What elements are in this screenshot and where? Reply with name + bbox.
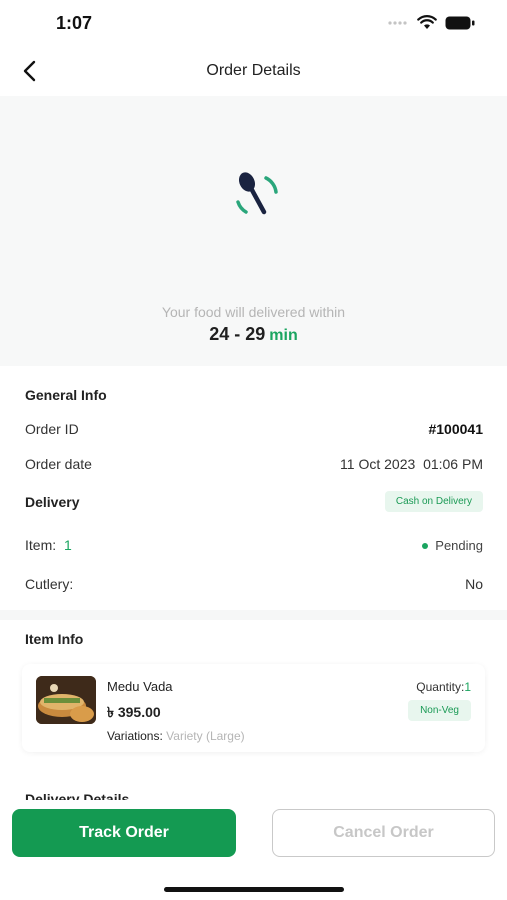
general-info-section: General Info Order ID #100041 Order date… (0, 370, 507, 610)
order-status-text: Pending (435, 538, 483, 553)
status-dot-icon (422, 542, 429, 549)
battery-icon (445, 16, 475, 29)
app-header: Order Details (0, 46, 507, 96)
general-info-title: General Info (25, 387, 107, 403)
item-price: ৳ 395.00 (107, 704, 161, 720)
item-variations: Variations: Variety (Large) (107, 729, 245, 743)
item-quantity-label: Quantity: (416, 680, 465, 694)
order-status: Pending (422, 538, 483, 553)
signal-icon (388, 20, 407, 25)
item-count-label: Item: (25, 537, 57, 553)
spoon-loading-icon (236, 172, 278, 215)
order-id-label: Order ID (25, 421, 79, 437)
bottom-action-bar: Track Order Cancel Order (0, 800, 507, 900)
order-date-label: Order date (25, 456, 92, 472)
order-id-value: #100041 (428, 421, 483, 437)
home-indicator[interactable] (164, 887, 344, 892)
item-info-section: Item Info Medu Vada ৳ 395.00 Variations:… (0, 620, 507, 790)
cutlery-label: Cutlery: (25, 576, 74, 592)
cancel-order-button[interactable]: Cancel Order (272, 809, 495, 857)
status-time: 1:07 (56, 13, 93, 33)
item-count-row: Item: 1 (25, 537, 72, 553)
payment-method-badge: Cash on Delivery (384, 491, 483, 512)
item-count-value: 1 (64, 537, 72, 553)
section-divider (0, 610, 507, 620)
page-title: Order Details (206, 62, 301, 79)
delivery-time-range: 24 - 29 (209, 324, 266, 344)
track-order-button[interactable]: Track Order (12, 809, 236, 857)
wifi-icon (417, 15, 437, 29)
item-quantity-value: 1 (464, 680, 471, 694)
item-quantity: Quantity:1 (416, 680, 471, 694)
delivery-message: Your food will delivered within (161, 304, 346, 320)
delivery-time-unit: min (269, 327, 298, 344)
status-icons (387, 15, 475, 30)
order-date-value: 11 Oct 2023 01:06 PM (340, 456, 483, 472)
delivery-estimate-hero: Your food will delivered within 24 - 29 m… (0, 96, 507, 366)
item-card[interactable]: Medu Vada ৳ 395.00 Variations: Variety (… (22, 664, 485, 752)
item-info-title: Item Info (25, 631, 84, 647)
delivery-time: 24 - 29 min (0, 324, 507, 345)
delivery-details-title: Delivery Details (25, 791, 130, 800)
item-variations-label: Variations: (107, 729, 163, 743)
status-bar: 1:07 (0, 0, 507, 46)
item-type-badge: Non-Veg (408, 700, 471, 721)
delivery-label: Delivery (25, 494, 80, 510)
item-name: Medu Vada (107, 679, 173, 694)
item-image (36, 676, 96, 724)
item-variations-value: Variety (Large) (166, 729, 245, 743)
cutlery-value: No (465, 576, 483, 592)
